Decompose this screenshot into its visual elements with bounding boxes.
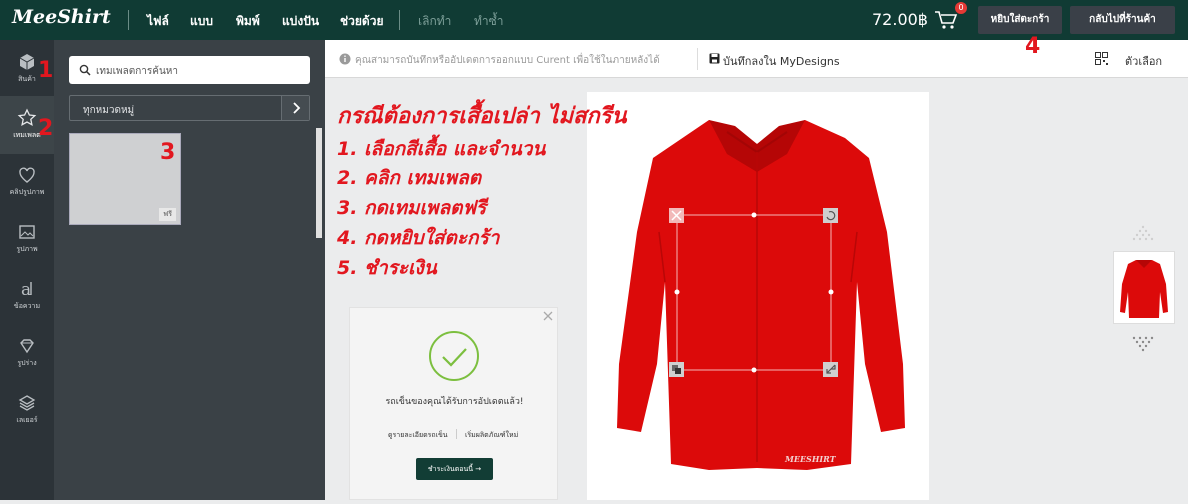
text-icon: a: [21, 280, 32, 299]
sidebar-item-label: ข้อความ: [13, 302, 41, 310]
template-panel: เทมเพลตการค้นหา ทุกหมวดหมู่ ฟรี: [54, 40, 325, 500]
sidebar-item-label: คลิปรูปภาพ: [9, 188, 45, 196]
shirt-brand-mark: MEESHIRT: [785, 454, 836, 464]
annotation-number: 2: [38, 116, 54, 141]
shirt-image: [617, 120, 905, 470]
instruction-step: 3. กดเทมเพลตฟรี: [337, 197, 487, 219]
design-canvas[interactable]: MEESHIRT: [587, 92, 929, 500]
menu-help[interactable]: ช่วยด้วย: [340, 12, 383, 31]
sidebar-item-label: รูปภาพ: [16, 245, 38, 253]
instruction-step: 4. กดหยิบใส่ตะกร้า: [337, 227, 500, 249]
annotation-number: 1: [38, 58, 54, 83]
scroll-down-dots-icon[interactable]: [1131, 336, 1155, 352]
popup-message: รถเข็นของคุณได้รับการอัปเดตแล้ว!: [385, 397, 524, 407]
sidebar-item-shapes[interactable]: รูปร่าง: [0, 324, 54, 382]
instruction-step: 5. ชำระเงิน: [337, 257, 437, 279]
panel-scrollbar[interactable]: [316, 128, 322, 238]
sidebar-item-images[interactable]: รูปภาพ: [0, 210, 54, 268]
price-display: 72.00฿: [872, 10, 928, 29]
options-button[interactable]: ตัวเลือก: [1125, 52, 1162, 70]
cart-updated-popup: รถเข็นของคุณได้รับการอัปเดตแล้ว! ดูรายละ…: [349, 307, 558, 500]
category-next-button[interactable]: [281, 96, 309, 120]
close-icon[interactable]: [543, 311, 553, 321]
chevron-right-icon: [293, 102, 301, 114]
box-icon: [19, 54, 35, 70]
cart-count-badge: 0: [955, 2, 967, 14]
qr-icon[interactable]: [1095, 52, 1108, 65]
view-cart-link[interactable]: ดูรายละเอียดรถเข็น: [388, 430, 448, 441]
check-circle-icon: [429, 331, 479, 381]
shirt-thumbnail-image: [1120, 260, 1168, 318]
image-icon: [19, 225, 35, 239]
heart-icon: [19, 167, 35, 183]
divider: [128, 10, 129, 30]
divider: [456, 429, 457, 439]
search-input[interactable]: เทมเพลตการค้นหา: [69, 56, 310, 84]
add-to-cart-button[interactable]: หยิบใส่ตะกร้า: [978, 6, 1062, 34]
menu-file[interactable]: ไฟล์: [147, 12, 169, 31]
divider: [399, 10, 400, 30]
sidebar-item-label: เลเยอร์: [16, 416, 38, 424]
annotation-number: 4: [1025, 34, 1041, 59]
back-to-shop-button[interactable]: กลับไปที่ร้านค้า: [1070, 6, 1175, 34]
layers-icon: [18, 395, 36, 411]
instruction-step: 2. คลิก เทมเพลต: [337, 167, 482, 189]
menu-design[interactable]: แบบ: [190, 12, 213, 31]
diamond-icon: [20, 339, 34, 354]
info-bar: คุณสามารถบันทึกหรืออัปเดตการออกแบบ Curen…: [325, 40, 1188, 78]
sidebar-item-text[interactable]: a ข้อความ: [0, 267, 54, 325]
top-bar: MeeShirt ไฟล์ แบบ พิมพ์ แบ่งปัน ช่วยด้วย…: [0, 0, 1188, 40]
free-badge: ฟรี: [159, 208, 176, 221]
new-product-link[interactable]: เริ่มผลิตภัณฑ์ใหม่: [465, 430, 518, 441]
info-message: คุณสามารถบันทึกหรืออัปเดตการออกแบบ Curen…: [355, 55, 660, 66]
cart-icon[interactable]: [934, 9, 958, 31]
sidebar-item-clipart[interactable]: คลิปรูปภาพ: [0, 153, 54, 211]
save-icon: [709, 53, 720, 64]
category-label: ทุกหมวดหมู่: [83, 105, 135, 116]
redo-button[interactable]: ทำซ้ำ: [474, 12, 504, 31]
instruction-heading: กรณีต้องการเสื้อเปล่า ไม่สกรีน: [337, 104, 627, 129]
pay-now-button[interactable]: ชำระเงินตอนนี้ →: [416, 458, 493, 480]
svg-text:a: a: [21, 280, 31, 299]
search-icon: [79, 64, 91, 76]
scroll-up-dots-icon[interactable]: [1131, 225, 1155, 241]
save-to-mydesigns-link[interactable]: บันทึกลงใน MyDesigns: [723, 52, 840, 70]
sidebar-item-layers[interactable]: เลเยอร์: [0, 381, 54, 439]
tool-sidebar: สินค้า เทมเพลต คลิปรูปภาพ รูปภาพ a ข้อคว…: [0, 40, 54, 500]
divider: [697, 48, 698, 70]
view-thumbnail-front[interactable]: [1113, 251, 1175, 324]
logo: MeeShirt: [12, 6, 111, 28]
category-select[interactable]: ทุกหมวดหมู่: [69, 95, 310, 121]
menu-print[interactable]: พิมพ์: [236, 12, 260, 31]
menu-share[interactable]: แบ่งปัน: [282, 12, 319, 31]
sidebar-item-label: รูปร่าง: [17, 359, 37, 367]
search-placeholder: เทมเพลตการค้นหา: [96, 66, 179, 77]
star-icon: [17, 108, 37, 126]
undo-button[interactable]: เลิกทำ: [418, 12, 451, 31]
annotation-number: 3: [160, 140, 176, 165]
info-icon: [339, 53, 351, 65]
instruction-step: 1. เลือกสีเสื้อ และจำนวน: [337, 138, 546, 160]
